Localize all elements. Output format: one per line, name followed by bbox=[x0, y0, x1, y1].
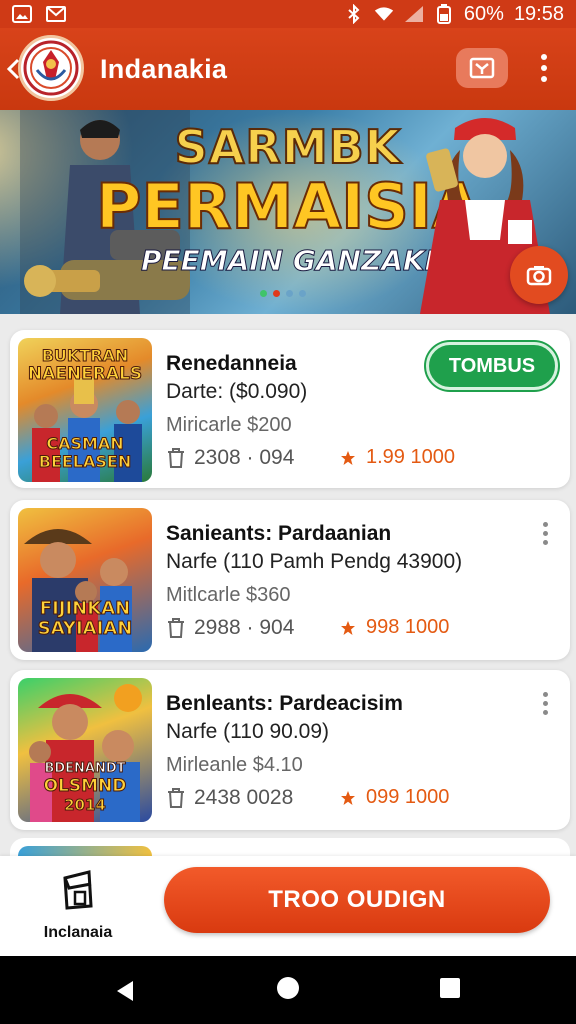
item-rating: 1.99 1000 bbox=[340, 446, 455, 469]
item-meta-text: 2308 · 094 bbox=[194, 446, 295, 469]
trash-icon bbox=[168, 618, 184, 638]
item-meta-text: 2438 0028 bbox=[194, 786, 294, 809]
thumb-title: BEELASEN bbox=[38, 452, 132, 471]
star-icon bbox=[341, 450, 355, 465]
bottom-bar: Inclanaia TROO OUDIGN bbox=[0, 856, 576, 956]
more-vert-icon[interactable] bbox=[538, 692, 552, 718]
game-thumbnail: BUKTRAN NAENERALS CASMAN BEELASEN bbox=[18, 338, 152, 482]
item-title: Sanieants: Pardaanian bbox=[166, 522, 392, 545]
item-price: Mirleanle $4.10 bbox=[166, 754, 303, 776]
image-icon bbox=[12, 5, 32, 23]
camera-button[interactable] bbox=[510, 246, 568, 304]
signal-icon bbox=[404, 5, 424, 23]
list-item[interactable]: FIJINKAN SAYIAIAN Sanieants: Pardaanian … bbox=[10, 500, 570, 660]
list-item[interactable]: BDENANDT OLSMND 2014 Benleants: Pardeaci… bbox=[10, 670, 570, 830]
list-item[interactable]: BUKTRAN NAENERALS CASMAN BEELASEN Reneda… bbox=[10, 330, 570, 488]
clock: 19:58 bbox=[513, 2, 564, 25]
item-rating: 099 1000 bbox=[340, 786, 449, 809]
store-icon bbox=[63, 870, 93, 910]
bluetooth-icon bbox=[344, 4, 364, 24]
status-bar: 60% 19:58 bbox=[0, 0, 576, 28]
thumb-title: OLSMND bbox=[43, 776, 127, 796]
bottom-nav-label: Inclanaia bbox=[43, 924, 113, 941]
app-title: Indanakia bbox=[100, 54, 228, 84]
item-rating-text: 998 1000 bbox=[366, 616, 450, 638]
item-meta: 2438 0028 bbox=[166, 786, 293, 810]
game-thumbnail: FIJINKAN SAYIAIAN bbox=[18, 508, 152, 652]
item-rating-text: 099 1000 bbox=[366, 786, 450, 808]
star-icon bbox=[341, 620, 355, 635]
thumb-title: BUKTRAN bbox=[41, 346, 129, 365]
system-nav-bar bbox=[0, 956, 576, 1024]
thumb-title: NAENERALS bbox=[27, 364, 143, 384]
item-price: Mitlcarle $360 bbox=[166, 584, 291, 606]
trash-icon bbox=[168, 448, 184, 468]
app-logo[interactable] bbox=[18, 35, 84, 101]
item-title: Renedanneia bbox=[166, 352, 297, 375]
more-vert-icon[interactable] bbox=[528, 50, 560, 86]
recents-icon[interactable] bbox=[440, 978, 460, 998]
item-meta: 2988 · 904 bbox=[166, 616, 294, 640]
tombus-button[interactable]: TOMBUS bbox=[426, 342, 558, 390]
item-rating: 998 1000 bbox=[340, 616, 449, 639]
star-icon bbox=[341, 790, 355, 805]
home-icon[interactable] bbox=[277, 977, 299, 999]
item-meta-text: 2988 · 904 bbox=[194, 616, 295, 639]
more-vert-icon[interactable] bbox=[538, 522, 552, 548]
primary-cta-button[interactable]: TROO OUDIGN bbox=[164, 867, 550, 933]
item-meta: 2308 · 094 bbox=[166, 446, 294, 470]
battery-percent: 60% bbox=[463, 2, 504, 25]
item-rating-text: 1.99 1000 bbox=[366, 446, 455, 468]
item-subtitle: Narfe (110 90.09) bbox=[166, 720, 330, 743]
thumb-title: 2014 bbox=[64, 796, 107, 814]
gmail-icon bbox=[46, 5, 66, 23]
cast-button[interactable] bbox=[456, 48, 508, 88]
thumb-title: SAYIAIAN bbox=[37, 618, 133, 639]
camera-icon bbox=[526, 266, 552, 286]
item-subtitle: Narfe (110 Pamh Pendg 43900) bbox=[166, 550, 463, 573]
item-price: Miricarle $200 bbox=[166, 414, 292, 436]
trash-icon bbox=[168, 788, 184, 808]
cast-icon bbox=[469, 57, 495, 79]
carousel-indicator bbox=[260, 290, 306, 297]
battery-icon bbox=[434, 4, 454, 24]
thumb-title: CASMAN bbox=[46, 434, 124, 453]
hero-banner[interactable]: SARMBK PERMAISIA PEEMAIN GANZAKI bbox=[0, 110, 576, 314]
bottom-nav-store[interactable]: Inclanaia bbox=[28, 866, 128, 950]
thumb-title: FIJINKAN bbox=[39, 598, 131, 619]
app-bar: Indanakia bbox=[0, 28, 576, 110]
wifi-icon bbox=[374, 5, 394, 23]
game-thumbnail: BDENANDT OLSMND 2014 bbox=[18, 678, 152, 822]
thumb-title: BDENANDT bbox=[44, 761, 126, 776]
item-title: Benleants: Pardeacisim bbox=[166, 692, 403, 715]
back-icon[interactable] bbox=[115, 980, 135, 1002]
item-subtitle: Darte: ($0.090) bbox=[166, 380, 308, 403]
